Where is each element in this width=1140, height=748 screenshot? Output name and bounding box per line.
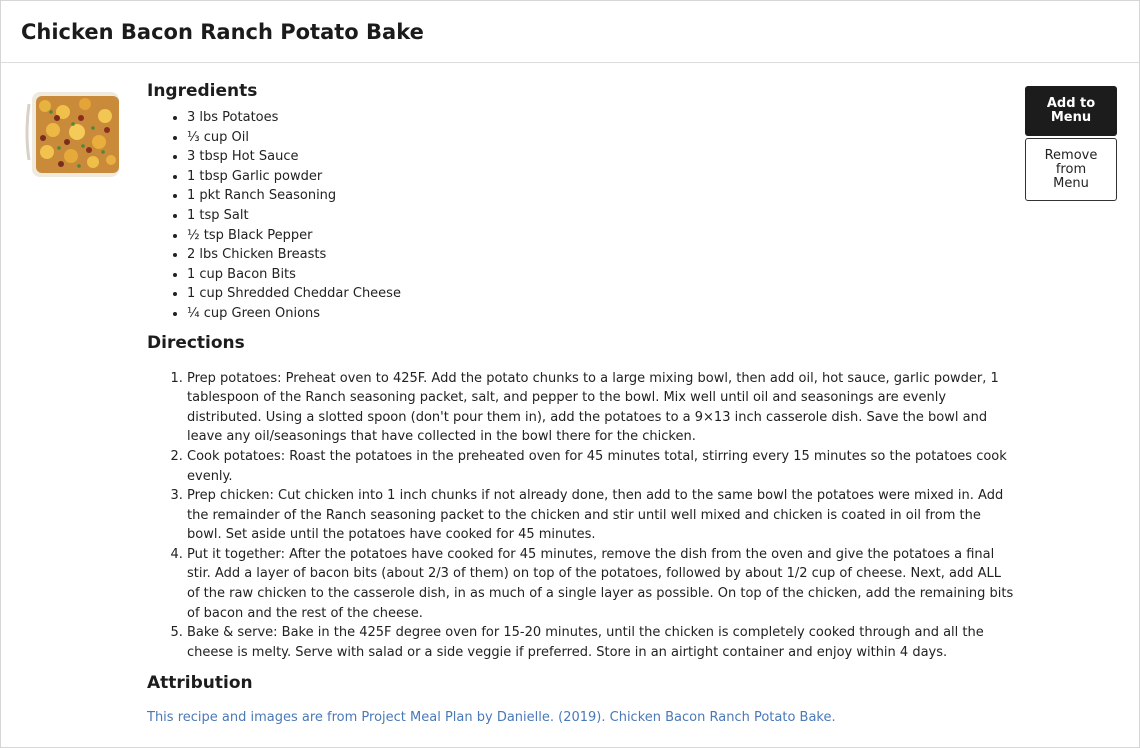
ingredient-item: ½ tsp Black Pepper — [187, 226, 1017, 246]
casserole-image — [23, 90, 119, 178]
ingredients-section: Ingredients 3 lbs Potatoes ⅓ cup Oil 3 t… — [147, 81, 1017, 324]
ingredient-item: 1 pkt Ranch Seasoning — [187, 186, 1017, 206]
ingredient-item: 3 lbs Potatoes — [187, 108, 1017, 128]
recipe-thumbnail — [23, 90, 119, 178]
attribution-heading: Attribution — [147, 673, 253, 694]
ingredient-item: ¼ cup Green Onions — [187, 304, 1017, 324]
direction-step: Put it together: After the potatoes have… — [187, 545, 1017, 623]
ingredient-item: 3 tbsp Hot Sauce — [187, 147, 1017, 167]
ingredients-heading: Ingredients — [147, 81, 258, 101]
directions-section: Directions Prep potatoes: Preheat oven t… — [147, 333, 1017, 663]
direction-step: Bake & serve: Bake in the 425F degree ov… — [187, 623, 1017, 662]
add-to-menu-button[interactable]: Add to Menu — [1025, 86, 1117, 136]
ingredient-item: ⅓ cup Oil — [187, 128, 1017, 148]
direction-step: Cook potatoes: Roast the potatoes in the… — [187, 447, 1017, 486]
ingredients-list: 3 lbs Potatoes ⅓ cup Oil 3 tbsp Hot Sauc… — [147, 108, 1017, 324]
recipe-dialog: Chicken Bacon Ranch Potato Bake Ingredie… — [0, 0, 1140, 748]
ingredient-item: 2 lbs Chicken Breasts — [187, 245, 1017, 265]
attribution-link[interactable]: This recipe and images are from Project … — [147, 710, 1017, 725]
ingredient-item: 1 cup Shredded Cheddar Cheese — [187, 284, 1017, 304]
dialog-header: Chicken Bacon Ranch Potato Bake — [1, 1, 1139, 63]
ingredient-item: 1 cup Bacon Bits — [187, 265, 1017, 285]
directions-heading: Directions — [147, 332, 245, 353]
ingredient-item: 1 tbsp Garlic powder — [187, 167, 1017, 187]
direction-step: Prep potatoes: Preheat oven to 425F. Add… — [187, 369, 1017, 447]
recipe-content: Ingredients 3 lbs Potatoes ⅓ cup Oil 3 t… — [147, 81, 1017, 725]
attribution-section: Attribution This recipe and images are f… — [147, 673, 1017, 725]
ingredient-item: 1 tsp Salt — [187, 206, 1017, 226]
remove-from-menu-button[interactable]: Remove from Menu — [1025, 138, 1117, 201]
directions-list: Prep potatoes: Preheat oven to 425F. Add… — [147, 369, 1017, 663]
direction-step: Prep chicken: Cut chicken into 1 inch ch… — [187, 486, 1017, 545]
menu-actions: Add to Menu Remove from Menu — [1025, 86, 1117, 201]
recipe-title: Chicken Bacon Ranch Potato Bake — [21, 19, 424, 44]
